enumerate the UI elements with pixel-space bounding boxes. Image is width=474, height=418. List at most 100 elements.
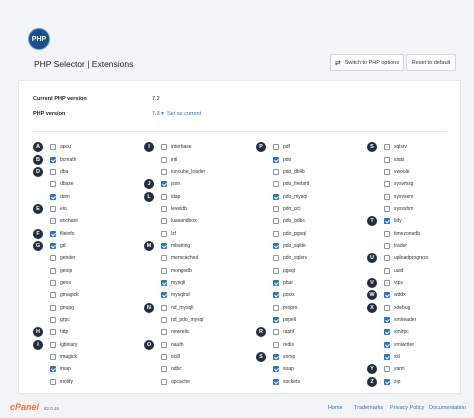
extension-checkbox[interactable] [384,144,390,151]
extension-checkbox[interactable] [384,193,390,200]
extension-checkbox[interactable] [273,255,279,262]
extension-checkbox[interactable] [384,316,390,323]
extension-checkbox[interactable] [273,354,279,361]
extension-checkbox[interactable] [50,255,56,262]
extension-checkbox[interactable] [273,316,279,323]
extension-checkbox[interactable] [50,267,56,274]
set-as-current-link[interactable]: Set as current [167,111,201,117]
extension-checkbox[interactable] [384,156,390,163]
extension-checkbox[interactable] [161,168,167,175]
extension-checkbox[interactable] [384,205,390,212]
extension-checkbox[interactable] [50,329,56,336]
extension-checkbox[interactable] [273,144,279,151]
extension-checkbox[interactable] [384,292,390,299]
extension-checkbox[interactable] [161,354,167,361]
extension-checkbox[interactable] [273,378,279,385]
extension-checkbox[interactable] [161,181,167,188]
extension-checkbox[interactable] [384,267,390,274]
extension-checkbox[interactable] [384,354,390,361]
extension-checkbox[interactable] [50,341,56,348]
extension-checkbox[interactable] [273,341,279,348]
extension-checkbox[interactable] [50,304,56,311]
extension-checkbox[interactable] [161,329,167,336]
extension-checkbox[interactable] [384,181,390,188]
extension-checkbox[interactable] [384,168,390,175]
extension-checkbox[interactable] [161,316,167,323]
extension-checkbox[interactable] [273,230,279,237]
extension-name: dba [60,168,69,175]
footer-link-privacy-policy[interactable]: Privacy Policy [390,405,424,411]
extension-checkbox[interactable] [384,230,390,237]
extension-checkbox[interactable] [161,156,167,163]
footer-link-trademarks[interactable]: Trademarks [354,405,383,411]
extension-checkbox[interactable] [161,230,167,237]
extension-name: dbase [60,181,74,188]
extension-name: mysqli [171,279,186,286]
extension-checkbox[interactable] [50,205,56,212]
extension-checkbox[interactable] [161,366,167,373]
extension-checkbox[interactable] [273,156,279,163]
php-version-select[interactable]: 7.3 ▾ [152,111,164,117]
php-logo-icon: PHP [28,28,50,50]
extension-checkbox[interactable] [161,205,167,212]
extension-checkbox[interactable] [50,279,56,286]
extension-checkbox[interactable] [273,218,279,225]
extension-name: enchant [60,218,78,225]
extension-checkbox[interactable] [384,279,390,286]
extension-checkbox[interactable] [273,242,279,249]
reset-to-default-button[interactable]: Reset to default [406,54,456,71]
extension-checkbox[interactable] [50,168,56,175]
extension-checkbox[interactable] [50,156,56,163]
extension-checkbox[interactable] [384,329,390,336]
letter-badge: D [33,166,43,177]
footer-link-home[interactable]: Home [328,405,343,411]
extension-checkbox[interactable] [50,193,56,200]
extension-checkbox[interactable] [273,292,279,299]
extension-checkbox[interactable] [161,193,167,200]
extension-checkbox[interactable] [50,354,56,361]
divider [33,131,447,132]
extension-checkbox[interactable] [161,292,167,299]
extension-checkbox[interactable] [273,279,279,286]
extension-checkbox[interactable] [384,366,390,373]
extension-checkbox[interactable] [50,292,56,299]
letter-badge: B [33,154,43,165]
extension-checkbox[interactable] [161,267,167,274]
extension-checkbox[interactable] [50,366,56,373]
switch-to-php-options-button[interactable]: ⇄ Switch to PHP options [330,54,404,71]
extension-name: uuid [394,267,404,274]
extension-checkbox[interactable] [273,205,279,212]
extension-checkbox[interactable] [384,341,390,348]
extension-checkbox[interactable] [50,242,56,249]
extension-checkbox[interactable] [273,304,279,311]
extension-checkbox[interactable] [50,230,56,237]
extension-checkbox[interactable] [161,218,167,225]
extension-checkbox[interactable] [273,193,279,200]
extension-checkbox[interactable] [273,267,279,274]
extension-checkbox[interactable] [273,366,279,373]
extension-checkbox[interactable] [161,304,167,311]
extension-checkbox[interactable] [384,378,390,385]
extension-checkbox[interactable] [273,329,279,336]
footer-link-documentation[interactable]: Documentation [429,405,466,411]
letter-badge: X [367,302,377,313]
extension-checkbox[interactable] [161,242,167,249]
extension-checkbox[interactable] [384,304,390,311]
extension-checkbox[interactable] [384,218,390,225]
extension-checkbox[interactable] [50,144,56,151]
extension-checkbox[interactable] [384,242,390,249]
current-version-value: 7.2 [152,96,160,102]
extension-checkbox[interactable] [161,255,167,262]
extension-checkbox[interactable] [384,255,390,262]
letter-badge: S [256,352,266,363]
extension-checkbox[interactable] [50,218,56,225]
extension-checkbox[interactable] [50,181,56,188]
extension-checkbox[interactable] [273,168,279,175]
extension-checkbox[interactable] [161,279,167,286]
extension-checkbox[interactable] [50,378,56,385]
extension-checkbox[interactable] [161,341,167,348]
extension-checkbox[interactable] [161,378,167,385]
extension-checkbox[interactable] [50,316,56,323]
extension-checkbox[interactable] [161,144,167,151]
extension-checkbox[interactable] [273,181,279,188]
